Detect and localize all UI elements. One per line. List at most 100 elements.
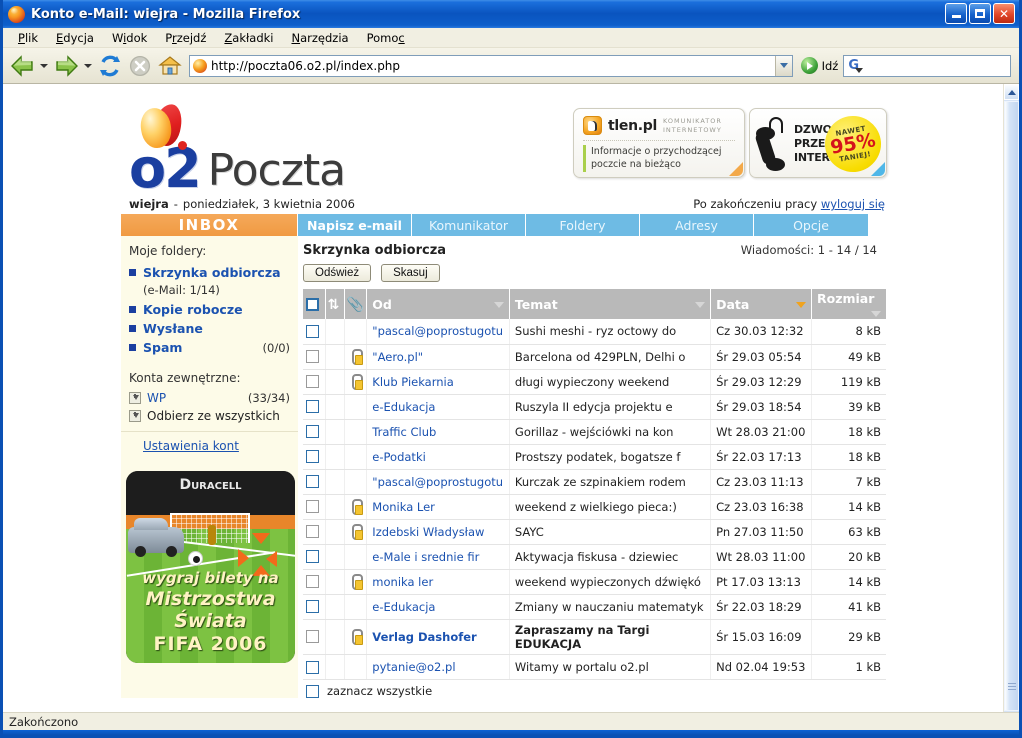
row-checkbox-cell[interactable] — [303, 494, 326, 520]
sidebar-item-sent[interactable]: Wysłane — [121, 319, 298, 338]
column-select-all[interactable] — [303, 289, 326, 319]
table-row[interactable]: Verlag Dashofer Zapraszamy na Targi EDUKA… — [303, 619, 886, 656]
menu-item-go[interactable]: Przejdź — [156, 29, 215, 47]
duracell-fifa-ad[interactable]: DURACELL wygraj bilety na Mistrzostwa Św… — [126, 471, 295, 663]
tab-addresses[interactable]: Adresy — [640, 214, 754, 236]
table-row[interactable]: "pascal@poprostugotu Sushi meshi - ryz oc… — [303, 319, 886, 345]
row-checkbox[interactable] — [306, 500, 319, 513]
table-row[interactable]: Izdebski Władysław SAYC Pn 27.03 11:50 63 k… — [303, 519, 886, 545]
row-checkbox-cell[interactable] — [303, 469, 326, 495]
subject-cell[interactable]: Gorillaz - wejściówki na kon — [509, 419, 712, 445]
menu-item-edit[interactable]: Edycja — [47, 29, 103, 47]
row-checkbox[interactable] — [306, 660, 319, 674]
sender-link[interactable]: e-Edukacja — [372, 400, 435, 414]
subject-cell[interactable]: długi wypieczony weekend — [509, 369, 712, 395]
row-checkbox[interactable] — [306, 375, 319, 388]
reload-button[interactable] — [95, 51, 125, 81]
subject-cell[interactable]: weekend wypieczonych dźwiękó — [509, 569, 712, 595]
row-checkbox[interactable] — [306, 450, 319, 463]
forward-button[interactable] — [51, 51, 81, 81]
sender-link[interactable]: Monika Ler — [372, 500, 435, 514]
select-all-row[interactable]: zaznacz wszystkie — [303, 680, 887, 698]
checkbox-icon[interactable] — [306, 297, 319, 311]
table-row[interactable]: Monika Ler weekend z wielkiego pieca:) Cz … — [303, 494, 886, 520]
row-checkbox-cell[interactable] — [303, 544, 326, 570]
sender-link[interactable]: "pascal@poprostugotu — [372, 324, 503, 338]
subject-cell[interactable]: Aktywacja fiskusa - dziewiec — [509, 544, 712, 570]
home-button[interactable] — [155, 51, 185, 81]
row-checkbox-cell[interactable] — [303, 519, 326, 545]
sender-link[interactable]: Traffic Club — [372, 425, 436, 439]
tlen-banner-ad[interactable]: tlen.pl KOMUNIKATOR INTERNETOWY Informac… — [573, 108, 745, 178]
row-checkbox-cell[interactable] — [303, 344, 326, 370]
refresh-button[interactable]: Odśwież — [303, 264, 372, 282]
sidebar-item-inbox[interactable]: Skrzynka odbiorcza — [121, 263, 298, 282]
subject-cell[interactable]: Kurczak ze szpinakiem rodem — [509, 469, 712, 495]
table-row[interactable]: "pascal@poprostugotu Kurczak ze szpinakie… — [303, 469, 886, 495]
table-row[interactable]: Klub Piekarnia długi wypieczony weekend Śr… — [303, 369, 886, 395]
column-date[interactable]: Data — [710, 289, 812, 319]
row-checkbox[interactable] — [306, 575, 319, 588]
delete-button[interactable]: Skasuj — [381, 264, 440, 282]
stop-button[interactable] — [125, 51, 155, 81]
subject-cell[interactable]: Sushi meshi - ryz octowy do — [509, 319, 712, 345]
select-all-checkbox[interactable] — [306, 684, 319, 698]
back-history-dropdown[interactable] — [40, 63, 48, 68]
external-account-wp[interactable]: WP (33/34) — [121, 389, 298, 407]
row-checkbox[interactable] — [306, 350, 319, 363]
column-sync[interactable] — [325, 289, 345, 319]
row-checkbox-cell[interactable] — [303, 569, 326, 595]
go-button[interactable]: Idź — [796, 57, 844, 74]
subject-cell[interactable]: weekend z wielkiego pieca:) — [509, 494, 712, 520]
sender-link[interactable]: monika ler — [372, 575, 433, 589]
sender-link[interactable]: pytanie@o2.pl — [372, 660, 455, 674]
subject-cell[interactable]: Zmiany w nauczaniu matematyk — [509, 594, 712, 620]
column-size[interactable]: Rozmiar — [811, 289, 886, 319]
table-row[interactable]: e-Edukacja Zmiany w nauczaniu matematyk Śr… — [303, 594, 886, 620]
row-checkbox[interactable] — [306, 525, 319, 538]
subject-cell[interactable]: SAYC — [509, 519, 712, 545]
row-checkbox-cell[interactable] — [303, 394, 326, 420]
sender-link[interactable]: Izdebski Władysław — [372, 525, 484, 539]
row-checkbox[interactable] — [306, 475, 319, 488]
account-settings-link[interactable]: Ustawienia kont — [143, 439, 239, 453]
sidebar-item-drafts[interactable]: Kopie robocze — [121, 300, 298, 319]
menu-item-bookmarks[interactable]: Zakładki — [215, 29, 282, 47]
row-checkbox[interactable] — [306, 630, 319, 644]
row-checkbox-cell[interactable] — [303, 654, 326, 681]
row-checkbox-cell[interactable] — [303, 319, 326, 345]
subject-cell[interactable]: Zapraszamy na Targi EDUKACJA — [509, 619, 712, 656]
vertical-scrollbar[interactable] — [1003, 84, 1019, 712]
tab-folders[interactable]: Foldery — [526, 214, 640, 236]
menu-item-view[interactable]: Widok — [103, 29, 156, 47]
subject-cell[interactable]: Barcelona od 429PLN, Delhi o — [509, 344, 712, 370]
tab-options[interactable]: Opcje — [754, 214, 868, 236]
sender-link[interactable]: "Aero.pl" — [372, 350, 423, 364]
fetch-all-accounts[interactable]: Odbierz ze wszystkich — [121, 407, 298, 425]
menu-item-file[interactable]: PPliklik — [9, 29, 47, 47]
logout-link[interactable]: wyloguj się — [821, 197, 885, 211]
maximize-button[interactable] — [969, 3, 991, 24]
row-checkbox[interactable] — [306, 550, 319, 563]
row-checkbox[interactable] — [306, 324, 319, 338]
voip-banner-ad[interactable]: DZWOŃ PRZEZ INTERNET NAWET 95% TANIEJ! — [749, 108, 887, 178]
close-button[interactable]: ✕ — [993, 3, 1015, 24]
back-button[interactable] — [7, 51, 37, 81]
table-row[interactable]: e-Podatki Prostszy podatek, bogatsze f Śr … — [303, 444, 886, 470]
row-checkbox-cell[interactable] — [303, 369, 326, 395]
sidebar-item-spam[interactable]: Spam (0/0) — [121, 338, 298, 357]
subject-cell[interactable]: Witamy w portalu o2.pl — [509, 654, 712, 681]
table-row[interactable]: "Aero.pl" Barcelona od 429PLN, Delhi o Śr … — [303, 344, 886, 370]
tab-inbox[interactable]: INBOX — [121, 214, 298, 236]
table-row[interactable]: e-Male i srednie fir Aktywacja fiskusa - … — [303, 544, 886, 570]
row-checkbox[interactable] — [306, 400, 319, 413]
table-row[interactable]: monika ler weekend wypieczonych dźwiękó Pt… — [303, 569, 886, 595]
row-checkbox[interactable] — [306, 600, 319, 613]
sender-link[interactable]: "pascal@poprostugotu — [372, 475, 503, 489]
table-row[interactable]: e-Edukacja Ruszyla II edycja projektu e Śr… — [303, 394, 886, 420]
column-from[interactable]: Od — [366, 289, 510, 319]
row-checkbox-cell[interactable] — [303, 419, 326, 445]
column-subject[interactable]: Temat — [509, 289, 712, 319]
search-box[interactable]: G — [843, 54, 1011, 77]
tab-messenger[interactable]: Komunikator — [412, 214, 526, 236]
